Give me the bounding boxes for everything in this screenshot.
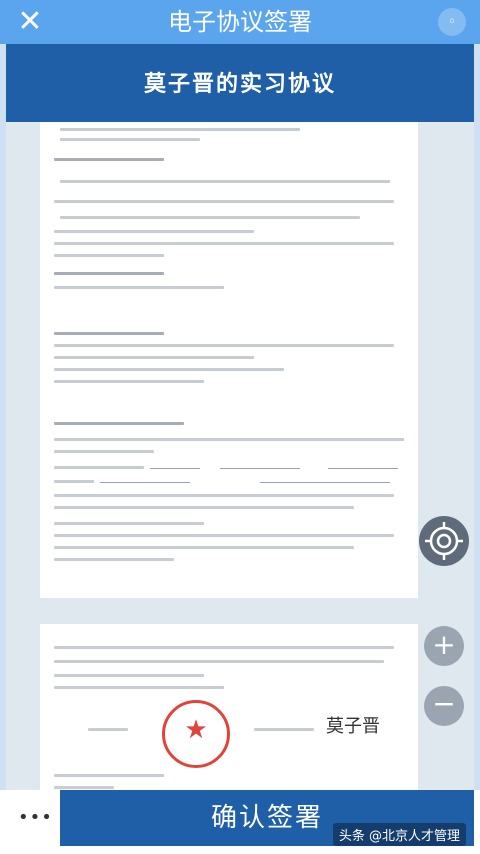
crosshair-icon xyxy=(425,522,463,560)
bottom-bar: ••• 确认签署 头条 @北京人才管理 xyxy=(0,790,480,854)
star-icon: ★ xyxy=(184,715,208,745)
company-seal: ★ xyxy=(162,700,230,768)
document-viewer[interactable]: ★ 莫子晋 xyxy=(6,122,474,790)
locate-button[interactable] xyxy=(419,516,469,566)
document-title-banner: 莫子晋的实习协议 xyxy=(6,44,474,122)
document-page xyxy=(40,122,418,598)
more-icon[interactable]: ◦ xyxy=(438,8,466,36)
page-title: 电子协议签署 xyxy=(168,8,312,36)
zoom-out-button[interactable]: − xyxy=(424,686,464,726)
zoom-in-button[interactable]: + xyxy=(424,626,464,666)
more-options-icon[interactable]: ••• xyxy=(18,808,53,828)
watermark: 头条 @北京人才管理 xyxy=(332,823,466,846)
document-title: 莫子晋的实习协议 xyxy=(143,72,336,97)
top-bar: ✕ 电子协议签署 ◦ xyxy=(0,0,480,44)
document-page: ★ 莫子晋 xyxy=(40,624,418,790)
signature: 莫子晋 xyxy=(326,716,380,737)
